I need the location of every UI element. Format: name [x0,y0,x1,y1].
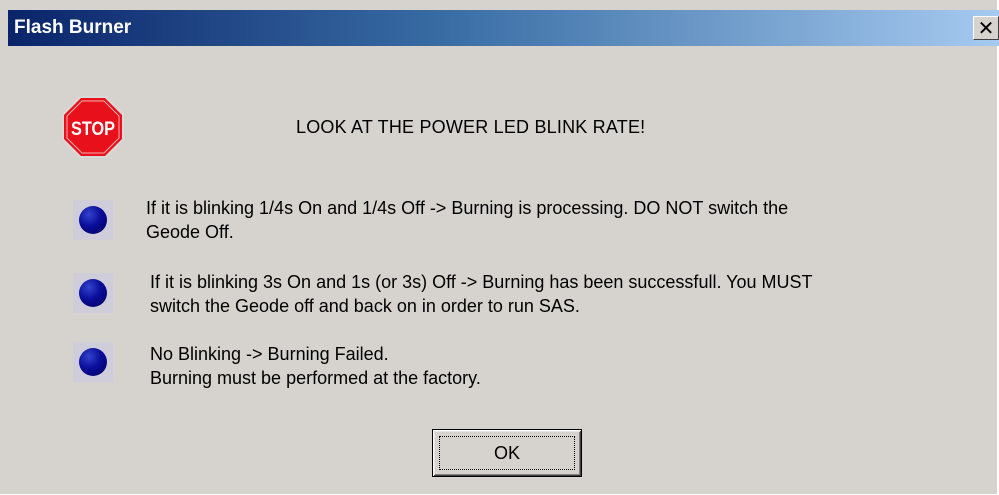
blue-led-icon [73,273,113,313]
blue-led-icon [73,200,113,240]
ok-button-label: OK [493,442,520,463]
stop-sign-label: STOP [71,119,115,140]
close-button[interactable]: ✕ [973,16,999,40]
title-bar[interactable]: Flash Burner ✕ [8,10,999,46]
message-success: If it is blinking 3s On and 1s (or 3s) O… [150,272,813,316]
stop-sign-icon: STOP [62,96,124,158]
ok-button[interactable]: OK [432,429,582,477]
window-title: Flash Burner [14,17,132,38]
blue-led-icon [73,342,113,382]
message-processing: If it is blinking 1/4s On and 1/4s Off -… [146,198,789,242]
message-failed: No Blinking -> Burning Failed. Burning m… [150,344,481,388]
headline-text: LOOK AT THE POWER LED BLINK RATE! [296,117,646,137]
close-icon: ✕ [977,16,995,40]
flash-burner-dialog: Flash Burner ✕ STOP LOOK AT THE POWER LE… [0,0,999,495]
